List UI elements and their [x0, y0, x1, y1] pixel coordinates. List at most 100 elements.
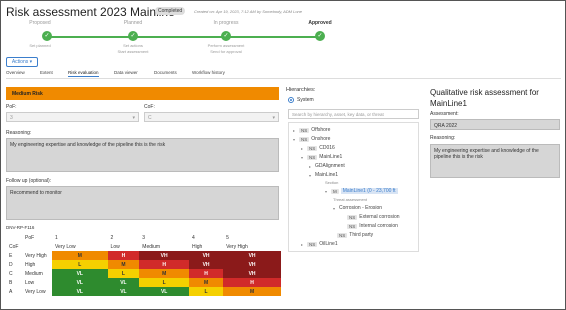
- matrix-cell: H: [189, 269, 224, 278]
- hierarchy-search-input[interactable]: Search by hierarchy, asset, key data, or…: [288, 109, 419, 119]
- step-proposed-sub: Set planned: [29, 43, 51, 48]
- tree-node-label: MainLine1 (0 - 23,700 ft: [340, 188, 398, 194]
- tree-node-label: MainLine1: [319, 154, 343, 160]
- chevron-down-icon: ▾: [301, 154, 304, 160]
- matrix-cof-name: Medium: [25, 270, 43, 277]
- risk-matrix: PoF 1 2 3 4 5 CoF Very Low Low Medium Hi…: [6, 233, 281, 296]
- tree-node-external-corrosion[interactable]: NS External corrosion: [347, 214, 400, 220]
- chevron-right-icon: ▸: [309, 163, 312, 169]
- chevron-right-icon: ▸: [301, 241, 304, 247]
- step-planned-sub2[interactable]: Start assessment: [93, 49, 173, 54]
- right-reasoning-text: My engineering expertise and knowledge o…: [430, 144, 560, 178]
- step-inprogress-sub2[interactable]: Send for approval: [186, 49, 266, 54]
- matrix-pof-name: Medium: [142, 243, 161, 250]
- system-radio[interactable]: [288, 97, 294, 103]
- tab-documents[interactable]: Documents: [154, 70, 177, 75]
- chevron-down-icon: ▾: [272, 115, 275, 121]
- tree-node-label: Offshore: [311, 127, 331, 133]
- step-planned-sub1[interactable]: Set actions: [93, 43, 173, 48]
- tree-node-label: External corrosion: [359, 214, 400, 220]
- reasoning-label: Reasoning:: [6, 130, 32, 136]
- matrix-cell: M: [189, 278, 224, 287]
- matrix-cof-letter: C: [9, 270, 13, 277]
- actions-button[interactable]: Actions ▾: [6, 57, 38, 67]
- tab-data-viewer[interactable]: Data viewer: [114, 70, 138, 75]
- followup-label: Follow up (optional):: [6, 178, 52, 184]
- matrix-cell: VH: [223, 269, 281, 278]
- tree-node-mainline1[interactable]: ▾ NS MainLine1: [301, 154, 342, 160]
- matrix-pof-num: 4: [192, 234, 195, 241]
- tree-node-offshore[interactable]: ▸ NS Offshore: [293, 127, 330, 133]
- step-inprogress-sub1[interactable]: Perform assessment: [186, 43, 266, 48]
- hierarchies-title: Hierarchies:: [286, 87, 316, 93]
- tree-node-third-party[interactable]: NS Third party: [337, 232, 373, 238]
- matrix-cof-letter: E: [9, 252, 13, 259]
- tab-overview[interactable]: Overview: [6, 70, 25, 75]
- tree-section-label: Section: [325, 180, 339, 185]
- matrix-cell: VL: [52, 287, 108, 296]
- chevron-down-icon: ▾: [309, 172, 312, 178]
- assessment-value: QRA 2022: [430, 119, 560, 130]
- matrix-cell: L: [52, 260, 108, 269]
- cof-label: CoF:: [144, 104, 155, 110]
- tree-node-label: OilLine1: [319, 241, 338, 247]
- matrix-pof-name: Low: [110, 243, 120, 250]
- matrix-cell: VL: [107, 287, 140, 296]
- page-title: Risk assessment 2023 Mainline: [6, 5, 175, 19]
- matrix-cell: H: [107, 251, 140, 260]
- hierarchy-tree: ▸ NS Offshore ▾ NS Onshore ▸ NS CD016 ▾ NS MainL…: [288, 122, 419, 252]
- tab-risk-evaluation[interactable]: Risk evaluation: [68, 70, 99, 77]
- ns-tag: NS: [337, 232, 348, 238]
- tree-node-label: Internal corrosion: [359, 223, 398, 229]
- tree-node-gdalignment[interactable]: ▸ GDAlignment: [309, 163, 345, 169]
- tree-node-oilline1[interactable]: ▸ NS OilLine1: [301, 241, 338, 247]
- tree-node-mainline1-segment[interactable]: ▾ M MainLine1 (0 - 23,700 ft: [325, 188, 398, 194]
- matrix-pof-num: 1: [55, 234, 58, 241]
- matrix-cell: L: [107, 269, 140, 278]
- tab-workflow-history[interactable]: Workflow history: [192, 70, 225, 75]
- tab-divider: [6, 78, 561, 79]
- step-inprogress-check-icon: ✓: [221, 31, 231, 41]
- followup-textarea[interactable]: Recommend to monitor: [6, 186, 279, 220]
- tree-node-cd016[interactable]: ▸ NS CD016: [301, 145, 335, 151]
- matrix-cell: VH: [189, 251, 224, 260]
- matrix-title: DNV-RP-F116: [6, 225, 35, 230]
- matrix-cell: VL: [107, 278, 140, 287]
- matrix-cell: M: [107, 260, 140, 269]
- matrix-cell: H: [139, 260, 190, 269]
- tree-node-label: CD016: [319, 145, 335, 151]
- matrix-cell: H: [223, 278, 281, 287]
- step-approved-label: Approved: [308, 20, 332, 26]
- matrix-cell: VL: [139, 287, 190, 296]
- pof-select[interactable]: 3 ▾: [6, 112, 139, 122]
- status-badge: Completed: [155, 7, 186, 15]
- step-planned-label: Planned: [123, 20, 143, 26]
- ns-tag: NS: [299, 136, 310, 142]
- step-planned-check-icon: ✓: [128, 31, 138, 41]
- tree-node-mainline1-sub[interactable]: ▾ MainLine1: [309, 172, 338, 178]
- matrix-cell: VH: [189, 260, 224, 269]
- tree-node-onshore[interactable]: ▾ NS Onshore: [293, 136, 330, 142]
- tree-node-label: GDAlignment: [315, 163, 345, 169]
- chevron-down-icon: ▾: [293, 136, 296, 142]
- matrix-cof-letter: D: [9, 261, 13, 268]
- matrix-cof-header: CoF: [9, 243, 19, 250]
- tree-node-internal-corrosion[interactable]: NS Internal corrosion: [347, 223, 398, 229]
- matrix-cell: M: [52, 251, 108, 260]
- created-info: Created on: Apr 19, 2023, 7:12 AM by Som…: [194, 9, 302, 14]
- stepper-line: [47, 36, 324, 38]
- tree-node-corrosion[interactable]: ▾ Corrosion - Erosion: [333, 205, 382, 211]
- matrix-row: E Very High M H VH VH VH: [6, 251, 281, 260]
- matrix-cell: VH: [223, 251, 281, 260]
- matrix-pof-name: Very High: [226, 243, 248, 250]
- ns-tag: NS: [307, 154, 318, 160]
- matrix-pof-num: 2: [110, 234, 114, 241]
- matrix-cell: M: [139, 269, 190, 278]
- chevron-right-icon: ▸: [301, 145, 304, 151]
- cof-select[interactable]: C ▾: [144, 112, 279, 122]
- qra-title: Qualitative risk assessment for MainLine…: [430, 88, 539, 108]
- reasoning-textarea[interactable]: My engineering expertise and knowledge o…: [6, 138, 279, 172]
- tab-extent[interactable]: Extent: [40, 70, 53, 75]
- matrix-cell: L: [139, 278, 190, 287]
- matrix-cell: VL: [52, 269, 108, 278]
